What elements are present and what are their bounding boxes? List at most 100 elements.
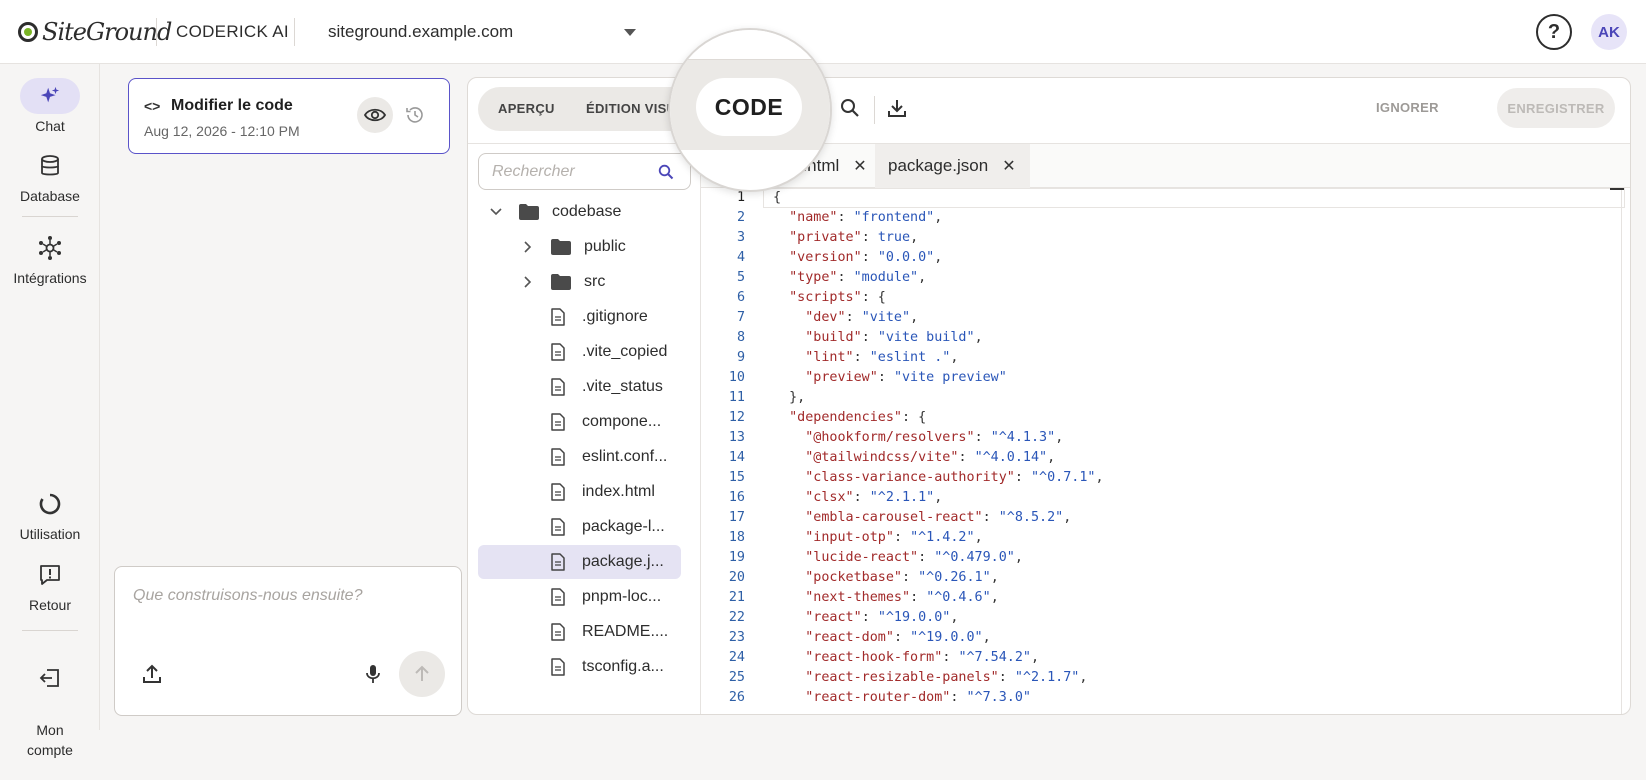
line-number: 2 [736, 210, 745, 225]
line-number: 6 [736, 290, 745, 305]
site-selector[interactable]: siteground.example.com [312, 14, 642, 50]
code-text: "pocketbase": "^0.26.1", [805, 570, 999, 585]
chevron-down-icon[interactable] [488, 204, 504, 220]
code-line[interactable]: 24 "react-hook-form": "^7.54.2", [701, 648, 1611, 668]
code-editor[interactable]: 1{2 "name": "frontend", 3 "private": true… [701, 188, 1630, 714]
nav-item-chat[interactable]: Chat [0, 78, 100, 134]
upload-button[interactable] [141, 663, 167, 689]
file-tab-package-json[interactable]: package.json ✕ [875, 144, 1030, 188]
tree-file[interactable]: compone... [478, 405, 681, 439]
code-text: "name": "frontend", [789, 210, 943, 225]
tree-folder[interactable]: src [478, 265, 681, 299]
tree-item-label: codebase [552, 203, 622, 220]
file-search-input[interactable]: Rechercher [478, 153, 691, 190]
modify-code-card[interactable]: <> Modifier le code Aug 12, 2026 - 12:10… [128, 78, 450, 154]
code-line[interactable]: 6 "scripts": { [701, 288, 1611, 308]
scrollbar-track[interactable] [1621, 188, 1622, 714]
tree-file[interactable]: README.... [478, 615, 681, 649]
code-line[interactable]: 17 "embla-carousel-react": "^8.5.2", [701, 508, 1611, 528]
nav-item-database[interactable]: Database [0, 148, 100, 204]
line-number: 9 [736, 350, 745, 365]
code-line[interactable]: 25 "react-resizable-panels": "^2.1.7", [701, 668, 1611, 688]
tree-item-label: tsconfig.a... [582, 658, 664, 675]
code-line[interactable]: 21 "next-themes": "^0.4.6", [701, 588, 1611, 608]
code-line[interactable]: 8 "build": "vite build", [701, 328, 1611, 348]
code-line[interactable]: 4 "version": "0.0.0", [701, 248, 1611, 268]
tree-file[interactable]: eslint.conf... [478, 440, 681, 474]
avatar[interactable]: AK [1591, 14, 1627, 50]
tab-visual-edit[interactable]: ÉDITION VISU [586, 101, 676, 116]
send-button[interactable] [399, 651, 445, 697]
code-line[interactable]: 2 "name": "frontend", [701, 208, 1611, 228]
line-number: 11 [728, 390, 745, 405]
code-line[interactable]: 3 "private": true, [701, 228, 1611, 248]
code-line[interactable]: 26 "react-router-dom": "^7.3.0" [701, 688, 1611, 708]
search-code-button[interactable] [840, 98, 862, 120]
code-line[interactable]: 18 "input-otp": "^1.4.2", [701, 528, 1611, 548]
history-icon [406, 107, 423, 123]
code-line[interactable]: 16 "clsx": "^2.1.1", [701, 488, 1611, 508]
file-icon [550, 413, 582, 431]
code-line[interactable]: 19 "lucide-react": "^0.479.0", [701, 548, 1611, 568]
code-line[interactable]: 14 "@tailwindcss/vite": "^4.0.14", [701, 448, 1611, 468]
chevron-right-icon[interactable] [520, 239, 536, 255]
tree-folder[interactable]: public [478, 230, 681, 264]
tab-preview[interactable]: APERÇU [498, 101, 555, 116]
prompt-input[interactable]: Que construisons-nous ensuite? [133, 587, 362, 605]
nav-item-usage[interactable]: Utilisation [0, 486, 100, 542]
code-line[interactable]: 9 "lint": "eslint .", [701, 348, 1611, 368]
code-line[interactable]: 7 "dev": "vite", [701, 308, 1611, 328]
close-icon[interactable]: ✕ [1002, 156, 1015, 176]
search-icon [841, 99, 859, 117]
file-tabs: ...html ✕ package.json ✕ [701, 144, 1630, 188]
nav-item-account[interactable]: Mon compte [0, 640, 100, 780]
download-icon [888, 100, 906, 117]
code-line[interactable]: 1{ [701, 188, 1611, 208]
code-line[interactable]: 13 "@hookform/resolvers": "^4.1.3", [701, 428, 1611, 448]
tree-file[interactable]: .vite_copied [478, 335, 681, 369]
save-button[interactable]: ENREGISTRER [1497, 88, 1615, 128]
line-number: 22 [728, 610, 745, 625]
prompt-box[interactable]: Que construisons-nous ensuite? [114, 566, 462, 716]
chevron-right-icon[interactable] [520, 274, 536, 290]
tree-file[interactable]: package.j... [478, 545, 681, 579]
code-line[interactable]: 20 "pocketbase": "^0.26.1", [701, 568, 1611, 588]
card-title: Modifier le code [171, 97, 293, 114]
nav-item-feedback[interactable]: Retour [0, 557, 100, 613]
tree-file[interactable]: .vite_status [478, 370, 681, 404]
microphone-button[interactable] [363, 663, 389, 689]
code-line[interactable]: 10 "preview": "vite preview" [701, 368, 1611, 388]
tree-file[interactable]: package-l... [478, 510, 681, 544]
magnifier-overlay: CODE [668, 28, 832, 192]
history-button[interactable] [403, 103, 427, 127]
nav-item-integrations[interactable]: Intégrations [0, 230, 100, 286]
tree-file[interactable]: index.html [478, 475, 681, 509]
code-line[interactable]: 5 "type": "module", [701, 268, 1611, 288]
close-icon[interactable]: ✕ [853, 156, 866, 176]
tree-folder[interactable]: codebase [478, 195, 681, 229]
tree-file[interactable]: pnpm-loc... [478, 580, 681, 614]
preview-eye-button[interactable] [357, 97, 393, 133]
code-line[interactable]: 11 }, [701, 388, 1611, 408]
line-number: 3 [736, 230, 745, 245]
code-text: "@hookform/resolvers": "^4.1.3", [805, 430, 1064, 445]
editor-panel: APERÇU ÉDITION VISU IGNORER ENREGISTRER … [467, 77, 1631, 715]
help-button[interactable]: ? [1536, 14, 1572, 50]
code-line[interactable]: 22 "react": "^19.0.0", [701, 608, 1611, 628]
tree-file[interactable]: tsconfig.a... [478, 650, 681, 684]
code-line[interactable]: 23 "react-dom": "^19.0.0", [701, 628, 1611, 648]
file-icon [550, 518, 582, 536]
siteground-logo[interactable]: SiteGround [18, 16, 172, 48]
file-icon [550, 658, 582, 676]
ignore-button[interactable]: IGNORER [1376, 100, 1439, 115]
tree-file[interactable]: .gitignore [478, 300, 681, 334]
tab-code[interactable]: CODE [696, 78, 802, 136]
download-button[interactable] [887, 98, 909, 120]
code-line[interactable]: 12 "dependencies": { [701, 408, 1611, 428]
tree-item-label: package.j... [582, 553, 664, 570]
code-line[interactable]: 15 "class-variance-authority": "^0.7.1", [701, 468, 1611, 488]
